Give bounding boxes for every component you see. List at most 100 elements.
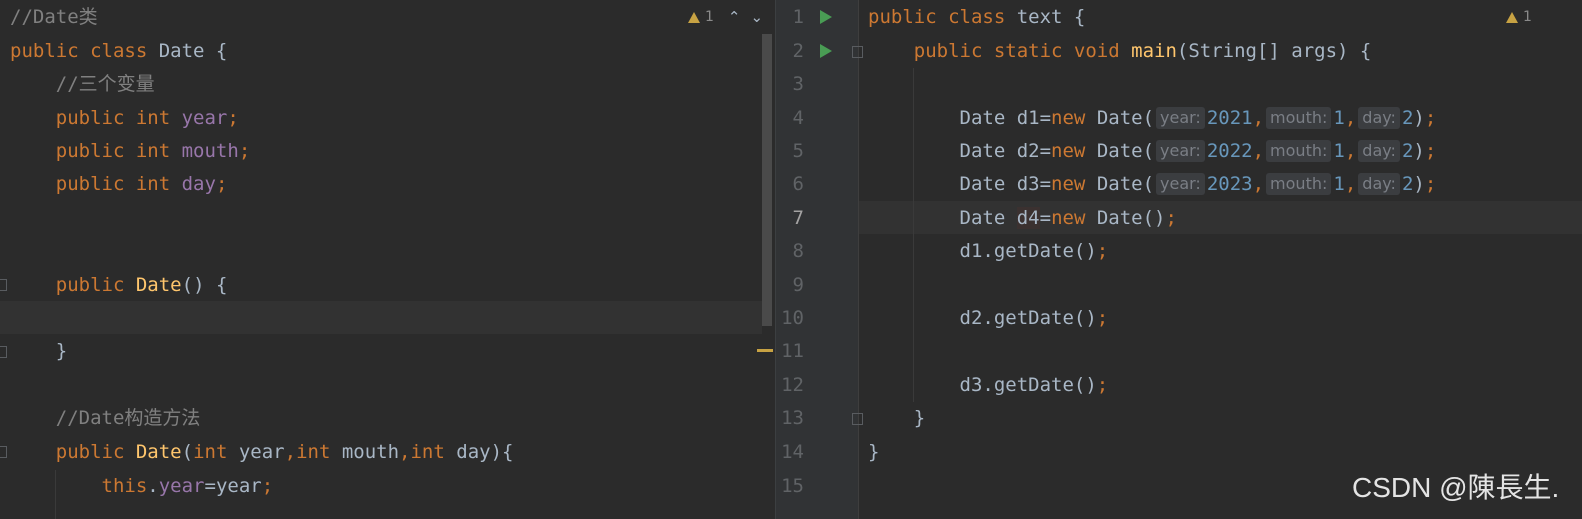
- semicolon: ;: [1424, 173, 1437, 195]
- code-line[interactable]: public class text {: [868, 1, 1085, 34]
- code-line[interactable]: //Date类: [10, 1, 98, 34]
- code-line[interactable]: public Date(int year,int mouth,int day){: [10, 436, 514, 469]
- close-paren: ): [1413, 140, 1425, 162]
- code-text: Date(: [1085, 140, 1155, 162]
- code-line[interactable]: public int day;: [10, 168, 228, 201]
- code-line[interactable]: d2.getDate();: [868, 302, 1109, 335]
- line-number: 2: [792, 40, 804, 62]
- code-text: =: [1039, 207, 1052, 229]
- type-name: Date: [959, 173, 1017, 195]
- number: 2: [1401, 107, 1414, 129]
- keyword: int: [193, 441, 228, 463]
- method-call: d1.getDate(): [959, 240, 1097, 262]
- keyword: int: [296, 441, 331, 463]
- line-number: 6: [792, 173, 804, 195]
- fold-icon[interactable]: [0, 446, 7, 458]
- line-number: 10: [781, 307, 804, 329]
- number: 2022: [1206, 140, 1253, 162]
- code-line[interactable]: }: [868, 402, 925, 435]
- method-name: Date: [135, 441, 182, 463]
- fold-icon[interactable]: [852, 46, 863, 58]
- code-line[interactable]: }: [10, 335, 67, 368]
- param-hint-day: day:: [1358, 140, 1400, 162]
- variable: d3=: [1016, 173, 1052, 195]
- param-hint-year: year:: [1156, 107, 1205, 129]
- line-number: 8: [792, 240, 804, 262]
- method-call: d2.getDate(): [959, 307, 1097, 329]
- number: 2021: [1206, 107, 1253, 129]
- line-number: 15: [781, 475, 804, 497]
- code-line[interactable]: Date d3=new Date(year: 2023, mouth: 1, day: 2…: [868, 168, 1436, 201]
- semicolon: ;: [261, 475, 274, 497]
- code-line[interactable]: Date d1=new Date(year: 2021, mouth: 1, day: 2…: [868, 102, 1436, 135]
- semicolon: ;: [1165, 207, 1177, 229]
- code-line[interactable]: this.year=year;: [10, 470, 274, 503]
- type-name: Date: [959, 207, 1017, 229]
- number: 2023: [1206, 173, 1253, 195]
- line-number: 13: [781, 407, 804, 429]
- code-line[interactable]: }: [868, 436, 879, 469]
- code-text: (: [181, 441, 194, 463]
- right-warning-indicator[interactable]: 1: [1506, 6, 1532, 28]
- semicolon: ;: [1424, 140, 1437, 162]
- code-line[interactable]: public class Date {: [10, 35, 227, 68]
- line-number: 14: [781, 441, 804, 463]
- keyword: public: [55, 274, 125, 296]
- unused-variable: d4: [1016, 207, 1040, 229]
- keyword: this: [101, 475, 148, 497]
- comma: ,: [1252, 140, 1265, 162]
- code-line[interactable]: public int mouth;: [10, 135, 251, 168]
- code-text: .: [147, 475, 159, 497]
- left-warning-indicator[interactable]: 1 ⌃ ⌄: [688, 6, 763, 28]
- code-line[interactable]: //三个变量: [10, 68, 155, 101]
- type-name: Date: [959, 107, 1017, 129]
- type-name: Date: [959, 140, 1017, 162]
- param: year: [227, 441, 285, 463]
- line-number: 4: [792, 107, 804, 129]
- param-hint-year: year:: [1156, 173, 1205, 195]
- chevron-down-icon[interactable]: ⌄: [751, 8, 764, 26]
- code-line-current[interactable]: Date d4=new Date();: [868, 202, 1177, 235]
- comma: ,: [399, 441, 411, 463]
- run-icon[interactable]: [820, 10, 832, 24]
- watermark: CSDN @陳長生.: [1352, 472, 1560, 503]
- fold-icon[interactable]: [0, 279, 7, 291]
- warning-marker[interactable]: [757, 349, 773, 352]
- number: 1: [1333, 140, 1345, 162]
- field: year: [181, 107, 228, 129]
- variable: d1=: [1016, 107, 1052, 129]
- left-editor-pane[interactable]: 1 ⌃ ⌄ //Date类 public class Date { //三个变量…: [0, 0, 775, 519]
- right-editor-pane[interactable]: 1 2 3 4 5 6 7 8 9 10 11 12 13 14 15 1 pu…: [776, 0, 1582, 519]
- code-line[interactable]: Date d2=new Date(year: 2022, mouth: 1, day: 2…: [868, 135, 1436, 168]
- code-line[interactable]: public int year;: [10, 102, 239, 135]
- class-name: Date {: [147, 40, 228, 62]
- fold-icon[interactable]: [0, 346, 7, 358]
- code-line[interactable]: d3.getDate();: [868, 369, 1109, 402]
- field: year: [158, 475, 205, 497]
- comment: //三个变量: [55, 73, 155, 95]
- code-line[interactable]: public static void main(String[] args) {: [868, 35, 1372, 68]
- warning-icon: [1506, 11, 1518, 23]
- chevron-up-icon[interactable]: ⌃: [728, 8, 741, 26]
- keyword: int: [410, 441, 445, 463]
- code-text: ){: [490, 441, 514, 463]
- code-line[interactable]: //Date构造方法: [10, 402, 201, 435]
- fold-icon[interactable]: [852, 413, 863, 425]
- code-line[interactable]: public Date() {: [10, 269, 228, 302]
- semicolon: ;: [1096, 240, 1109, 262]
- method-name: Date: [135, 274, 182, 296]
- keyword: new: [1051, 140, 1086, 162]
- code-text: () {: [181, 274, 228, 296]
- variable: d2=: [1016, 140, 1052, 162]
- keyword: public int: [55, 107, 171, 129]
- comma: ,: [1344, 107, 1357, 129]
- code-text: Date(: [1085, 173, 1155, 195]
- line-number: 12: [781, 374, 804, 396]
- keyword: public int: [55, 173, 171, 195]
- vertical-scrollbar-thumb[interactable]: [762, 34, 772, 326]
- number: 1: [1333, 107, 1345, 129]
- line-number-gutter[interactable]: 1 2 3 4 5 6 7 8 9 10 11 12 13 14 15: [776, 0, 863, 519]
- code-line[interactable]: d1.getDate();: [868, 235, 1109, 268]
- run-icon[interactable]: [820, 44, 832, 58]
- param-hint-mouth: mouth:: [1266, 173, 1332, 195]
